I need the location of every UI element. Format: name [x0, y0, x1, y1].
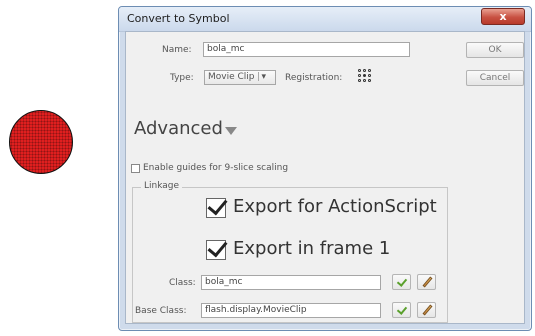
base-class-label: Base Class: — [135, 306, 187, 316]
dialog-content: Name: bola_mc Type: Movie Clip ▾ Registra… — [125, 31, 525, 324]
export-frame1-label: Export in frame 1 — [233, 238, 391, 259]
title-bar[interactable]: Convert to Symbol x — [119, 7, 531, 32]
class-label: Class: — [169, 278, 196, 288]
export-frame1-checkbox[interactable] — [206, 240, 226, 260]
nine-slice-checkbox[interactable] — [131, 164, 140, 173]
type-select-value: Movie Clip — [208, 72, 255, 82]
close-icon: x — [499, 10, 507, 23]
ok-button[interactable]: OK — [466, 42, 524, 58]
type-label: Type: — [170, 73, 194, 83]
name-input[interactable]: bola_mc — [203, 42, 410, 57]
validate-base-class-button[interactable] — [392, 302, 411, 318]
type-select[interactable]: Movie Clip ▾ — [204, 70, 276, 85]
red-ball-graphic — [9, 110, 73, 174]
cancel-button[interactable]: Cancel — [466, 70, 524, 86]
triangle-down-icon[interactable] — [225, 127, 237, 135]
edit-class-button[interactable] — [417, 274, 436, 290]
linkage-title: Linkage — [141, 181, 183, 191]
close-button[interactable]: x — [481, 8, 525, 25]
validate-class-button[interactable] — [392, 274, 411, 290]
convert-to-symbol-dialog: Convert to Symbol x Name: bola_mc Type: … — [118, 6, 532, 331]
edit-base-class-button[interactable] — [417, 302, 436, 318]
advanced-toggle[interactable]: Advanced — [134, 118, 223, 139]
export-actionscript-label: Export for ActionScript — [233, 196, 437, 217]
chevron-down-icon: ▾ — [261, 72, 267, 82]
class-input[interactable]: bola_mc — [201, 275, 381, 290]
registration-grid-icon[interactable] — [358, 69, 371, 82]
dialog-title: Convert to Symbol — [127, 12, 230, 25]
export-actionscript-checkbox[interactable] — [206, 198, 226, 218]
nine-slice-label: Enable guides for 9-slice scaling — [143, 163, 289, 173]
registration-label: Registration: — [285, 73, 343, 83]
base-class-input[interactable]: flash.display.MovieClip — [201, 303, 381, 318]
name-label: Name: — [162, 45, 192, 55]
